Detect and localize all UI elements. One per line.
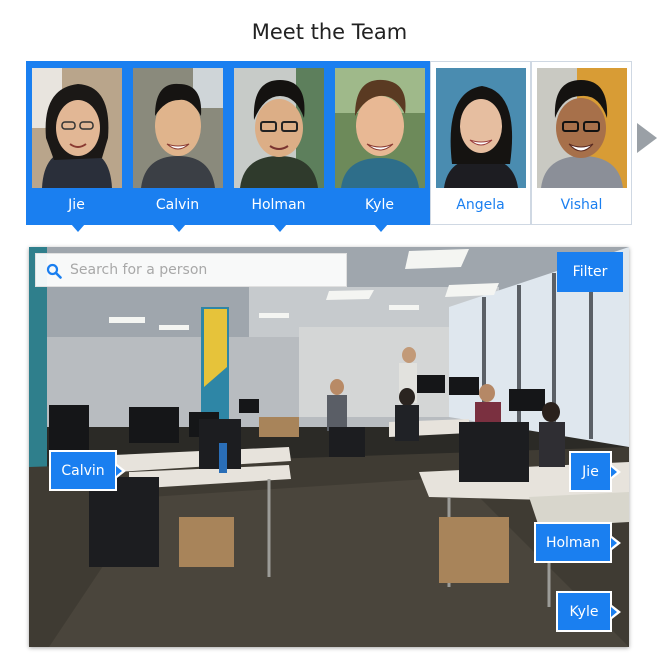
person-card-kyle[interactable]: Kyle bbox=[329, 61, 430, 232]
selected-marker bbox=[374, 224, 388, 232]
search-input[interactable] bbox=[70, 254, 340, 286]
person-card-name: Vishal bbox=[560, 197, 603, 213]
person-card-name: Calvin bbox=[155, 197, 200, 213]
person-card-name: Angela bbox=[456, 197, 505, 213]
person-card-calvin[interactable]: Calvin bbox=[127, 61, 228, 232]
person-card-angela[interactable]: Angela bbox=[430, 61, 531, 225]
angela-photo bbox=[436, 68, 526, 188]
person-tag-label: Holman bbox=[545, 534, 601, 551]
page-title: Meet the Team bbox=[251, 20, 408, 44]
person-card-name: Kyle bbox=[365, 197, 394, 213]
team-strip: Jie Calvin Holman Kyle Angela Vishal bbox=[26, 61, 633, 232]
kyle-photo bbox=[335, 68, 425, 188]
tag-pointer bbox=[611, 605, 621, 619]
search-box[interactable] bbox=[35, 253, 347, 287]
tag-pointer bbox=[611, 465, 621, 479]
person-tag-calvin[interactable]: Calvin bbox=[49, 450, 126, 491]
chevron-right-icon[interactable] bbox=[637, 123, 657, 153]
jie-photo bbox=[32, 68, 122, 188]
office-photo-illustration bbox=[29, 247, 629, 647]
person-tag-jie[interactable]: Jie bbox=[569, 451, 621, 492]
person-card-name: Jie bbox=[68, 197, 85, 213]
selected-marker bbox=[71, 224, 85, 232]
filter-button[interactable]: Filter bbox=[557, 252, 623, 292]
selected-marker bbox=[273, 224, 287, 232]
selected-marker bbox=[172, 224, 186, 232]
person-tag-holman[interactable]: Holman bbox=[534, 522, 621, 563]
person-tag-kyle[interactable]: Kyle bbox=[556, 591, 621, 632]
calvin-photo bbox=[133, 68, 223, 188]
person-card-name: Holman bbox=[251, 197, 306, 213]
person-tag-label: Jie bbox=[582, 463, 599, 480]
person-card-holman[interactable]: Holman bbox=[228, 61, 329, 232]
office-photo: Filter Calvin Jie Holman Kyle bbox=[29, 247, 629, 647]
holman-photo bbox=[234, 68, 324, 188]
search-icon bbox=[46, 263, 62, 279]
person-tag-label: Calvin bbox=[61, 462, 105, 479]
person-tag-label: Kyle bbox=[569, 603, 599, 620]
person-card-vishal[interactable]: Vishal bbox=[531, 61, 632, 225]
person-card-jie[interactable]: Jie bbox=[26, 61, 127, 232]
vishal-photo bbox=[537, 68, 627, 188]
tag-pointer bbox=[116, 464, 126, 478]
tag-pointer bbox=[611, 536, 621, 550]
